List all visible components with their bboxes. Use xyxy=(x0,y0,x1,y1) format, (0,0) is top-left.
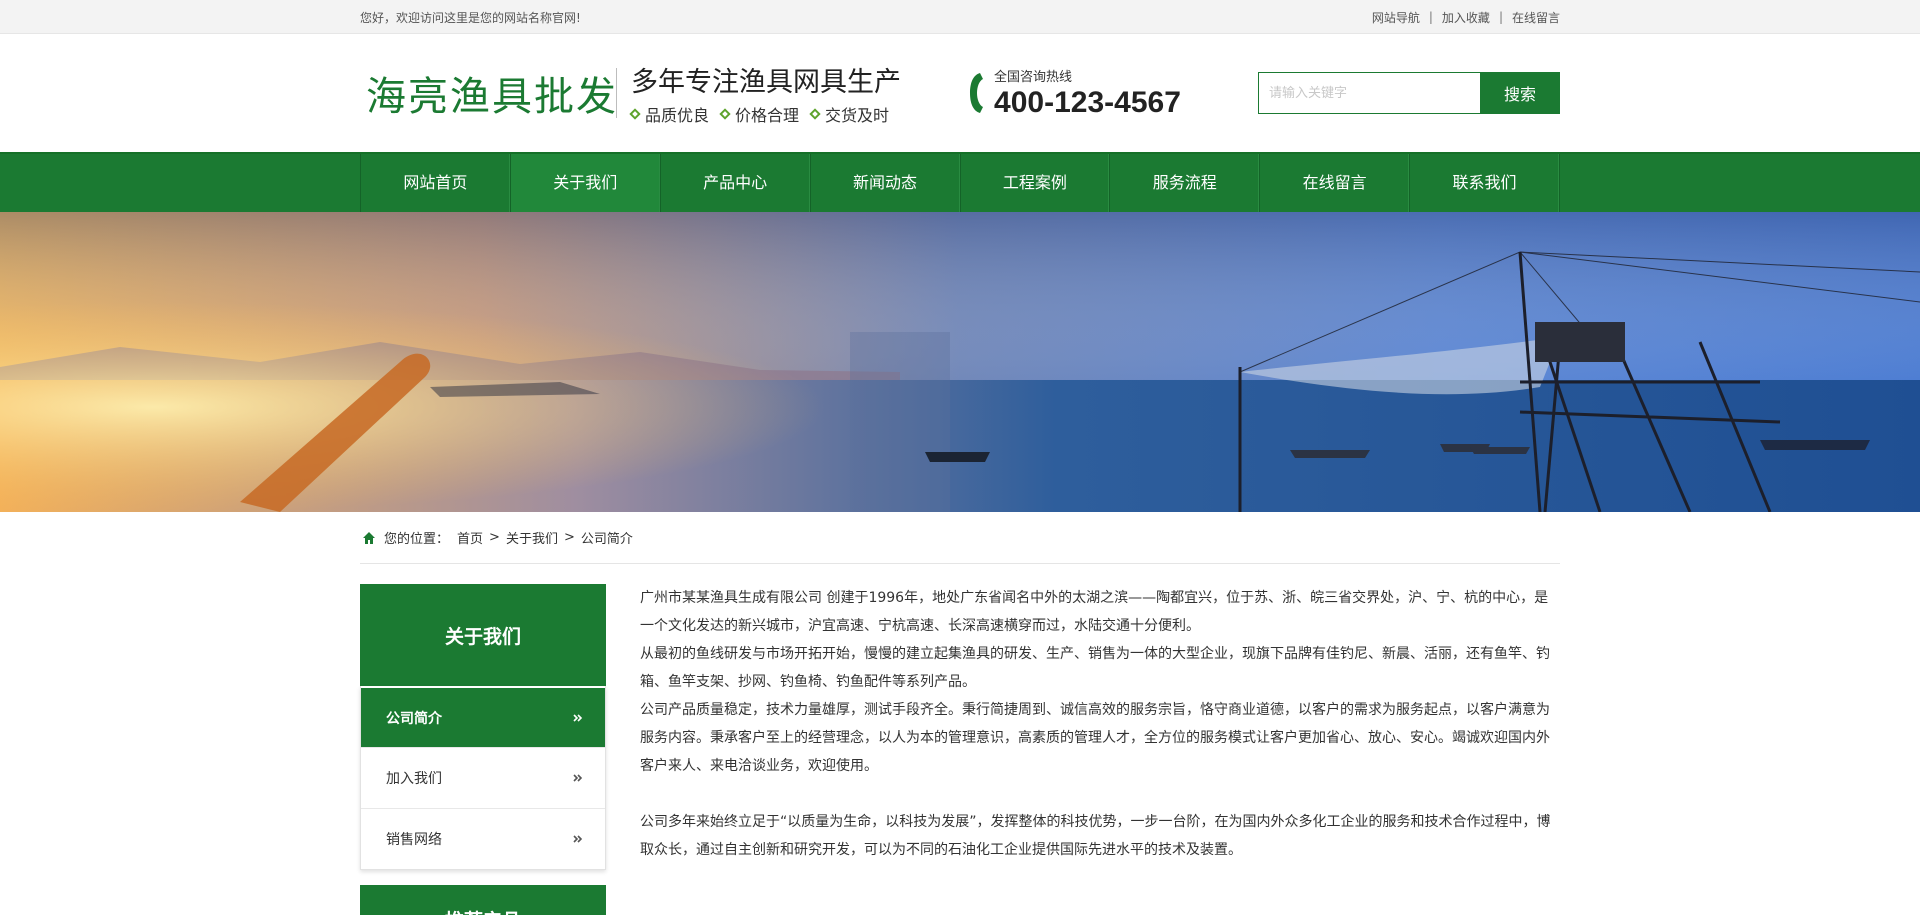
breadcrumb-separator: > xyxy=(563,530,575,545)
nav-item-about[interactable]: 关于我们 xyxy=(510,154,661,212)
main-nav: 网站首页 关于我们 产品中心 新闻动态 工程案例 服务流程 在线留言 联系我们 xyxy=(0,152,1920,212)
nav-item-cases[interactable]: 工程案例 xyxy=(961,154,1111,212)
nav-item-service[interactable]: 服务流程 xyxy=(1110,154,1261,212)
article-body: 广州市某某渔具生成有限公司 创建于1996年，地处广东省闻名中外的太湖之滨——陶… xyxy=(640,584,1560,915)
sidebar-item-label: 公司简介 xyxy=(386,710,442,727)
slogan-tags: 品质优良 价格合理 交货及时 xyxy=(629,102,901,126)
article-paragraph: 公司产品质量稳定，技术力量雄厚，测试手段齐全。秉行简捷周到、诚信高效的服务宗旨，… xyxy=(640,702,1550,774)
add-favorite-link[interactable]: 加入收藏 xyxy=(1442,9,1490,26)
slogan-block: 多年专注渔具网具生产 品质优良 价格合理 交货及时 xyxy=(629,60,901,126)
double-chevron-right-icon xyxy=(573,774,583,782)
nav-item-home[interactable]: 网站首页 xyxy=(361,154,511,212)
sidebar-item-company-intro[interactable]: 公司简介 xyxy=(361,686,605,747)
hotline-number: 400-123-4567 xyxy=(994,86,1181,119)
double-chevron-right-icon xyxy=(573,713,583,722)
header-divider xyxy=(616,68,617,118)
nav-item-news[interactable]: 新闻动态 xyxy=(811,154,961,212)
article-paragraph: 从最初的鱼线研发与市场开拓开始，慢慢的建立起集渔具的研发、生产、销售为一体的大型… xyxy=(640,646,1550,690)
top-links: 网站导航 | 加入收藏 | 在线留言 xyxy=(1372,9,1560,26)
search-button[interactable]: 搜索 xyxy=(1480,72,1560,114)
welcome-text: 您好，欢迎访问这里是您的网站名称官网! xyxy=(360,10,581,25)
diamond-bullet-icon xyxy=(629,108,641,120)
breadcrumb-current: 公司简介 xyxy=(580,532,633,547)
sidebar-item-sales-network[interactable]: 销售网络 xyxy=(361,808,605,869)
double-chevron-right-icon xyxy=(573,835,583,843)
breadcrumb-separator: > xyxy=(489,530,500,545)
search-input[interactable] xyxy=(1258,72,1480,114)
sidebar: 关于我们 公司简介 加入我们 销售网络 xyxy=(360,584,606,915)
main-wrap: 您的位置： 首页 > 关于我们 > 公司简介 关于我们 公司简介 加入我们 销售… xyxy=(360,512,1560,915)
sidebar-item-label: 销售网络 xyxy=(386,832,442,848)
top-link-separator: | xyxy=(1428,10,1433,24)
breadcrumb: 您的位置： 首页 > 关于我们 > 公司简介 xyxy=(360,512,1560,564)
top-bar: 您好，欢迎访问这里是您的网站名称官网! 网站导航 | 加入收藏 | 在线留言 xyxy=(0,0,1920,34)
diamond-bullet-icon xyxy=(809,108,821,120)
content-area: 关于我们 公司简介 加入我们 销售网络 广州市某某渔具生成有限公司 创建于199… xyxy=(360,584,1560,915)
hotline-block: 全国咨询热线 400-123-4567 xyxy=(967,66,1181,120)
slogan-tag-label: 交货及时 xyxy=(825,106,890,125)
top-link-separator: | xyxy=(1498,10,1503,24)
diamond-bullet-icon xyxy=(719,108,731,120)
hero-banner xyxy=(0,212,1920,512)
slogan-tag-label: 价格合理 xyxy=(735,106,800,125)
sidebar-second-title-text: 推荐产品 xyxy=(445,906,521,915)
banner-image xyxy=(0,212,1920,512)
site-header: 海亮渔具批发 多年专注渔具网具生产 品质优良 价格合理 交货及时 全国咨询热线 … xyxy=(0,34,1920,152)
article-paragraph: 广州市某某渔具生成有限公司 创建于1996年，地处广东省闻名中外的太湖之滨——陶… xyxy=(640,590,1549,634)
nav-item-products[interactable]: 产品中心 xyxy=(661,154,811,212)
breadcrumb-home[interactable]: 首页 xyxy=(457,528,483,547)
article-paragraph: 公司多年来始终立足于“以质量为生命，以科技为发展”，发挥整体的科技优势，一步一台… xyxy=(640,814,1551,858)
phone-icon xyxy=(970,73,984,113)
sidebar-second-title: 推荐产品 xyxy=(360,885,606,915)
slogan-tag: 价格合理 xyxy=(719,102,800,126)
slogan-tag: 交货及时 xyxy=(809,102,890,126)
sidebar-list: 公司简介 加入我们 销售网络 xyxy=(360,686,606,870)
online-message-link[interactable]: 在线留言 xyxy=(1512,9,1560,26)
slogan-tag: 品质优良 xyxy=(629,102,710,126)
site-logo-text[interactable]: 海亮渔具批发 xyxy=(366,64,616,122)
site-nav-link[interactable]: 网站导航 xyxy=(1372,9,1420,26)
sidebar-item-label: 加入我们 xyxy=(386,771,442,787)
slogan-main: 多年专注渔具网具生产 xyxy=(631,67,901,98)
home-icon xyxy=(363,531,375,544)
nav-item-contact[interactable]: 联系我们 xyxy=(1410,154,1560,212)
sidebar-title: 关于我们 xyxy=(360,584,606,686)
breadcrumb-about[interactable]: 关于我们 xyxy=(506,528,558,547)
hotline-label: 全国咨询热线 xyxy=(994,70,1073,85)
breadcrumb-label: 您的位置： xyxy=(384,532,450,547)
search-box: 搜索 xyxy=(1258,72,1560,114)
nav-item-message[interactable]: 在线留言 xyxy=(1260,154,1411,212)
sidebar-item-join-us[interactable]: 加入我们 xyxy=(361,747,605,808)
slogan-tag-label: 品质优良 xyxy=(645,106,710,125)
